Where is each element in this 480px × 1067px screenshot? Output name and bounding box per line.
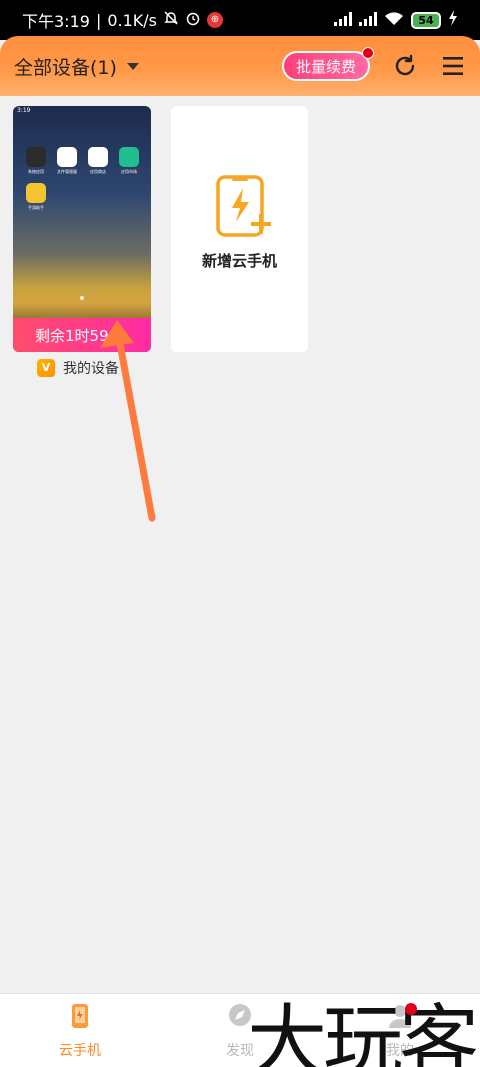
tab-cloud-phone[interactable]: 云手机 [30,1002,130,1060]
cloud-phone-tab-icon [30,1002,130,1034]
watermark-dot [405,1003,417,1015]
annotation-arrow [100,320,156,522]
watermark-logo: 大玩客 [247,996,479,1067]
